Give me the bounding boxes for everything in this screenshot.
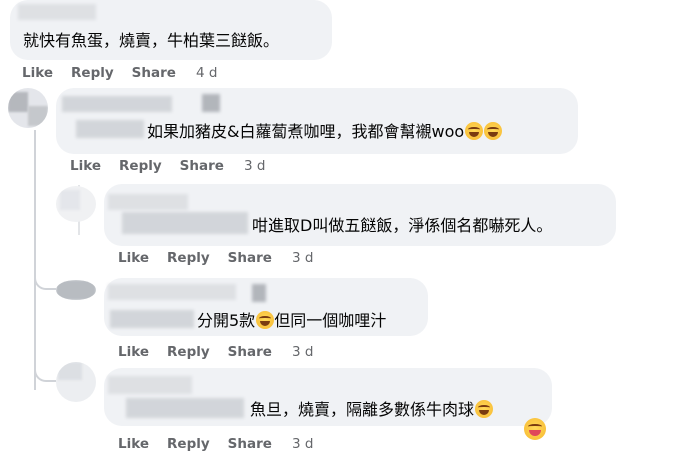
comment-text: 如果加豬皮&白蘿蔔煮咖哩，我都會幫襯woo (147, 122, 503, 142)
comment-text: 咁進取D叫做五餸飯，淨係個名都嚇死人。 (252, 216, 553, 235)
rolling-on-floor-laughing-icon (465, 122, 484, 140)
thread-line (34, 130, 36, 390)
comment-bubble: 就快有魚蛋，燒賣，牛柏葉三餸飯。 (10, 0, 332, 60)
share-button[interactable]: Share (228, 344, 272, 360)
comment-bubble: 分開5款 但同一個咖哩汁 (104, 278, 428, 336)
thread-connector (34, 362, 56, 382)
commenter-name[interactable] (108, 376, 192, 394)
comment-text-content: 但同一個咖哩汁 (274, 311, 387, 330)
reply-button[interactable]: Reply (167, 436, 210, 452)
reply-button[interactable]: Reply (167, 250, 210, 266)
comment-text: 魚旦，燒賣，隔離多數係牛肉球 (250, 400, 494, 420)
mention-tag[interactable] (76, 120, 144, 138)
reply-button[interactable]: Reply (119, 158, 162, 174)
reply-button[interactable]: Reply (71, 65, 114, 81)
mention-tag[interactable] (122, 212, 248, 234)
like-button[interactable]: Like (70, 158, 101, 174)
grinning-squinting-face-icon (475, 400, 494, 418)
comment-bubble: 魚旦，燒賣，隔離多數係牛肉球 (104, 368, 552, 440)
commenter-name[interactable] (108, 194, 188, 210)
comment-actions: Like Reply Share 3 d (118, 436, 331, 452)
thread-connector (34, 270, 56, 290)
commenter-name[interactable] (108, 284, 236, 300)
comment-actions: Like Reply Share 4 d (22, 65, 235, 81)
avatar[interactable] (56, 362, 96, 402)
commenter-name[interactable] (62, 96, 172, 112)
mention-tag[interactable] (126, 398, 244, 418)
commenter-name (252, 284, 266, 302)
avatar[interactable] (56, 186, 96, 222)
commenter-name (202, 94, 220, 112)
comment-text-content: 如果加豬皮&白蘿蔔煮咖哩，我都會幫襯woo (147, 122, 465, 141)
timestamp[interactable]: 3 d (244, 158, 265, 174)
rolling-on-floor-laughing-icon (484, 122, 503, 140)
comment-bubble: 如果加豬皮&白蘿蔔煮咖哩，我都會幫襯woo (56, 88, 578, 154)
avatar[interactable] (56, 280, 96, 300)
timestamp[interactable]: 3 d (292, 436, 313, 452)
rolling-on-floor-laughing-icon (256, 311, 275, 329)
like-button[interactable]: Like (22, 65, 53, 81)
comment-actions: Like Reply Share 3 d (70, 158, 283, 174)
comment-text: 就快有魚蛋，燒賣，牛柏葉三餸飯。 (23, 31, 280, 50)
avatar[interactable] (8, 88, 48, 128)
commenter-name[interactable] (18, 4, 96, 20)
share-button[interactable]: Share (228, 250, 272, 266)
reply-button[interactable]: Reply (167, 344, 210, 360)
comment-bubble: 咁進取D叫做五餸飯，淨係個名都嚇死人。 (104, 184, 616, 246)
share-button[interactable]: Share (132, 65, 176, 81)
share-button[interactable]: Share (228, 436, 272, 452)
like-button[interactable]: Like (118, 250, 149, 266)
comment-actions: Like Reply Share 3 d (118, 250, 331, 266)
timestamp[interactable]: 3 d (292, 250, 313, 266)
comment-text: 分開5款 但同一個咖哩汁 (197, 311, 386, 331)
timestamp[interactable]: 3 d (292, 344, 313, 360)
comment-actions: Like Reply Share 3 d (118, 344, 331, 360)
squinting-face-with-tongue-icon (524, 418, 546, 440)
comment-text-content: 魚旦，燒賣，隔離多數係牛肉球 (250, 400, 475, 419)
like-button[interactable]: Like (118, 436, 149, 452)
comment-text-content: 分開5款 (197, 311, 256, 330)
timestamp[interactable]: 4 d (196, 65, 217, 81)
mention-tag[interactable] (110, 310, 194, 328)
share-button[interactable]: Share (180, 158, 224, 174)
like-button[interactable]: Like (118, 344, 149, 360)
